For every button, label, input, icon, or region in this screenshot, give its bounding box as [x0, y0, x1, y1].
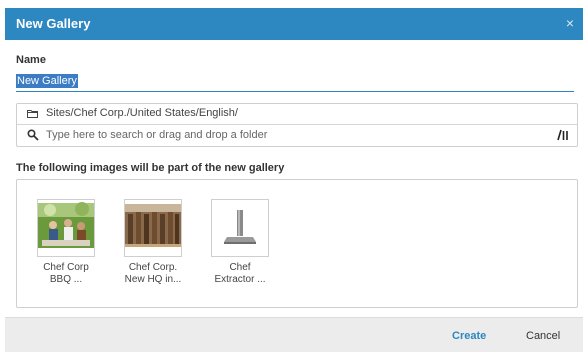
name-input-value[interactable]: New Gallery — [16, 74, 78, 88]
extractor-photo-icon — [211, 199, 269, 257]
folder-icon — [27, 110, 38, 118]
bbq-photo-icon — [37, 199, 95, 257]
dialog-header: New Gallery × — [5, 8, 583, 40]
folder-search-input[interactable]: Type here to search or drag and drop a f… — [46, 129, 267, 141]
new-gallery-dialog: New Gallery × Name New Gallery Sites/Che… — [5, 8, 583, 352]
create-button[interactable]: Create — [452, 330, 486, 342]
building-photo-icon — [124, 199, 182, 257]
folder-selector: Sites/Chef Corp./United States/English/ … — [16, 103, 578, 147]
search-icon — [27, 129, 39, 141]
gallery-item-caption: Chef Corp. New HQ in... — [124, 262, 182, 285]
folder-search-row[interactable]: Type here to search or drag and drop a f… — [17, 125, 577, 146]
name-input[interactable]: New Gallery — [16, 71, 574, 92]
library-icon[interactable] — [557, 129, 569, 141]
gallery-item[interactable]: Chef Corp BBQ ... — [37, 199, 95, 286]
gallery-item-caption: Chef Corp BBQ ... — [43, 262, 89, 285]
folder-path: Sites/Chef Corp./United States/English/ — [46, 107, 238, 119]
name-label: Name — [16, 54, 46, 66]
gallery-section-label: The following images will be part of the… — [16, 162, 285, 174]
dialog-footer: Create Cancel — [5, 317, 583, 352]
cancel-button[interactable]: Cancel — [526, 330, 560, 342]
gallery-item[interactable]: Chef Extractor ... — [211, 199, 269, 286]
gallery-images-panel: Chef Corp BBQ ... Chef Corp. New HQ in..… — [16, 179, 578, 308]
gallery-item-caption: Chef Extractor ... — [214, 262, 266, 285]
close-icon[interactable]: × — [566, 15, 574, 31]
gallery-item[interactable]: Chef Corp. New HQ in... — [124, 199, 182, 286]
folder-path-row[interactable]: Sites/Chef Corp./United States/English/ — [17, 104, 577, 125]
dialog-title: New Gallery — [16, 16, 91, 31]
